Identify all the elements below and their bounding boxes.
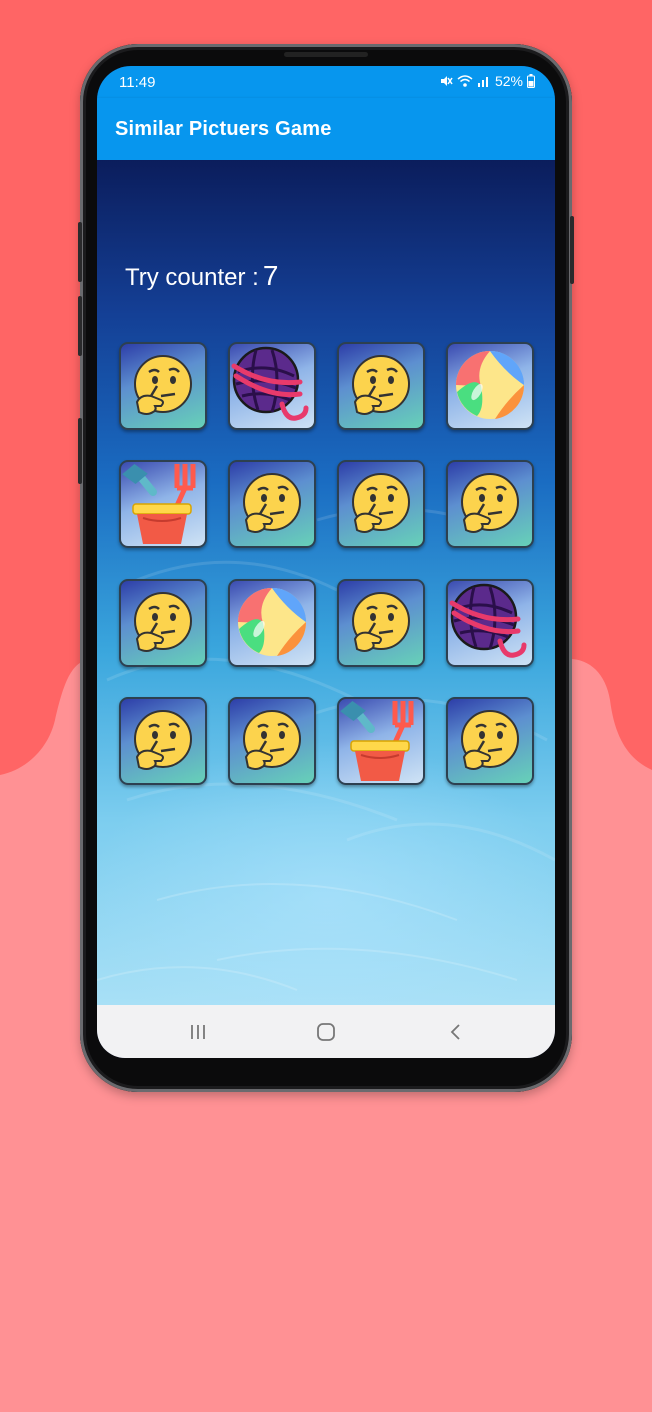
- signal-icon: [477, 77, 488, 87]
- card-2-1[interactable]: [119, 460, 207, 548]
- thinking-face-icon: [352, 355, 410, 415]
- bixby-button: [78, 418, 82, 484]
- sand-bucket-icon: [340, 701, 414, 781]
- yarn-ball-icon: [449, 583, 527, 658]
- game-area: Try counter :7: [97, 160, 555, 1005]
- card-1-1[interactable]: [119, 342, 207, 430]
- try-counter-value: 7: [262, 260, 279, 291]
- card-4-2[interactable]: [228, 697, 316, 785]
- card-4-3[interactable]: [337, 697, 425, 785]
- thinking-face-icon: [134, 592, 192, 652]
- card-3-3[interactable]: [337, 579, 425, 667]
- wifi-icon: [457, 75, 473, 87]
- thinking-face-icon: [243, 710, 301, 770]
- card-3-1[interactable]: [119, 579, 207, 667]
- volume-down-button: [78, 296, 82, 356]
- status-bar: 11:49 52%: [97, 66, 555, 98]
- card-3-2[interactable]: [228, 579, 316, 667]
- mute-icon: [440, 76, 453, 86]
- recents-icon[interactable]: [183, 1017, 213, 1047]
- beach-ball-icon: [238, 588, 307, 656]
- card-2-4[interactable]: [446, 460, 534, 548]
- battery-percent: 52%: [494, 73, 523, 89]
- navigation-bar: [97, 1005, 555, 1058]
- thinking-face-icon: [461, 710, 519, 770]
- card-2-2[interactable]: [228, 460, 316, 548]
- app-title: Similar Pictuers Game: [115, 118, 332, 140]
- thinking-face-icon: [134, 710, 192, 770]
- card-1-4[interactable]: [446, 342, 534, 430]
- thinking-face-icon: [243, 473, 301, 533]
- battery-icon: [527, 74, 535, 88]
- try-counter: Try counter :7: [125, 260, 278, 292]
- card-4-1[interactable]: [119, 697, 207, 785]
- sand-bucket-icon: [122, 464, 196, 544]
- status-time: 11:49: [119, 74, 156, 91]
- try-counter-label: Try counter :: [125, 264, 259, 291]
- thinking-face-icon: [352, 592, 410, 652]
- card-1-2[interactable]: [228, 342, 316, 430]
- thinking-face-icon: [352, 473, 410, 533]
- app-bar: Similar Pictuers Game: [97, 98, 555, 160]
- card-3-4[interactable]: [446, 579, 534, 667]
- thinking-face-icon: [134, 355, 192, 415]
- beach-ball-icon: [456, 351, 525, 419]
- card-1-3[interactable]: [337, 342, 425, 430]
- speaker-grille: [284, 52, 368, 57]
- phone-screen: 11:49 52% Similar Pictuers Game Try coun…: [97, 66, 555, 1058]
- thinking-face-icon: [461, 473, 519, 533]
- power-button: [570, 216, 574, 284]
- card-4-4[interactable]: [446, 697, 534, 785]
- yarn-ball-icon: [231, 346, 309, 421]
- volume-up-button: [78, 222, 82, 282]
- home-icon[interactable]: [311, 1017, 341, 1047]
- card-2-3[interactable]: [337, 460, 425, 548]
- back-icon[interactable]: [441, 1017, 471, 1047]
- status-icons: 52%: [439, 73, 535, 89]
